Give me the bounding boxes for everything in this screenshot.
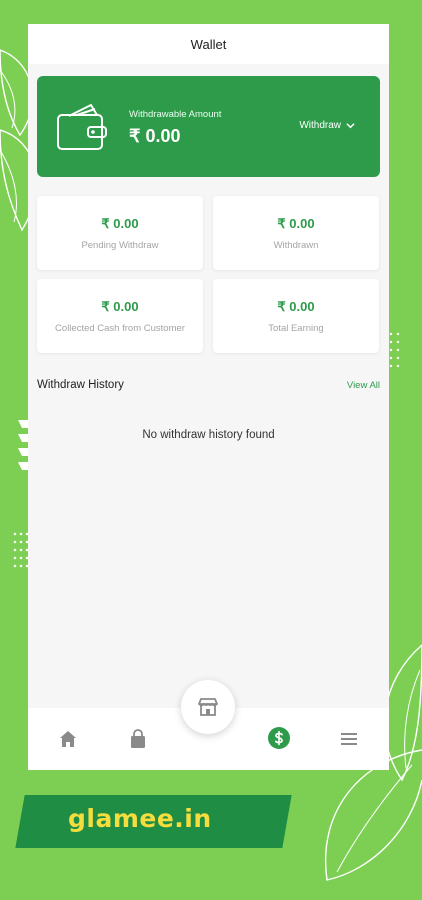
stat-value: ₹ 0.00	[277, 298, 315, 314]
balance-card: Withdrawable Amount ₹ 0.00 Withdraw	[37, 76, 380, 177]
stat-label: Collected Cash from Customer	[55, 322, 185, 334]
withdraw-button[interactable]: Withdraw	[299, 120, 355, 131]
stat-label: Total Earning	[268, 322, 324, 334]
stat-card-total-earning: ₹ 0.00 Total Earning	[213, 279, 379, 353]
menu-icon[interactable]	[338, 728, 360, 750]
dollar-icon[interactable]	[267, 726, 291, 750]
chevron-down-icon	[346, 123, 355, 129]
app-screen: Wallet Withdrawable Amount ₹ 0.00 Withdr…	[28, 24, 389, 770]
stat-value: ₹ 0.00	[101, 215, 139, 231]
stat-card-withdrawn: ₹ 0.00 Withdrawn	[213, 196, 379, 270]
brand-text: glamee.in	[68, 804, 212, 833]
dots-decoration	[389, 332, 400, 368]
stat-value: ₹ 0.00	[101, 298, 139, 314]
store-button[interactable]	[181, 680, 235, 734]
shopping-bag-icon[interactable]	[127, 728, 149, 750]
store-icon	[198, 698, 218, 716]
home-icon[interactable]	[57, 728, 79, 750]
stat-value: ₹ 0.00	[277, 215, 315, 231]
stat-card-collected-cash: ₹ 0.00 Collected Cash from Customer	[37, 279, 203, 353]
withdraw-button-label: Withdraw	[299, 120, 341, 131]
stat-label: Withdrawn	[273, 239, 319, 251]
top-bar: Wallet	[28, 24, 389, 64]
withdrawable-amount-label: Withdrawable Amount	[129, 109, 222, 120]
view-all-link[interactable]: View All	[347, 380, 380, 391]
withdrawable-amount-value: ₹ 0.00	[129, 126, 181, 146]
stat-card-pending-withdraw: ₹ 0.00 Pending Withdraw	[37, 196, 203, 270]
wallet-icon	[57, 104, 107, 150]
page-title: Wallet	[190, 36, 227, 52]
empty-history-message: No withdraw history found	[142, 429, 275, 441]
stat-label: Pending Withdraw	[81, 239, 159, 251]
withdraw-history-title: Withdraw History	[37, 379, 124, 391]
